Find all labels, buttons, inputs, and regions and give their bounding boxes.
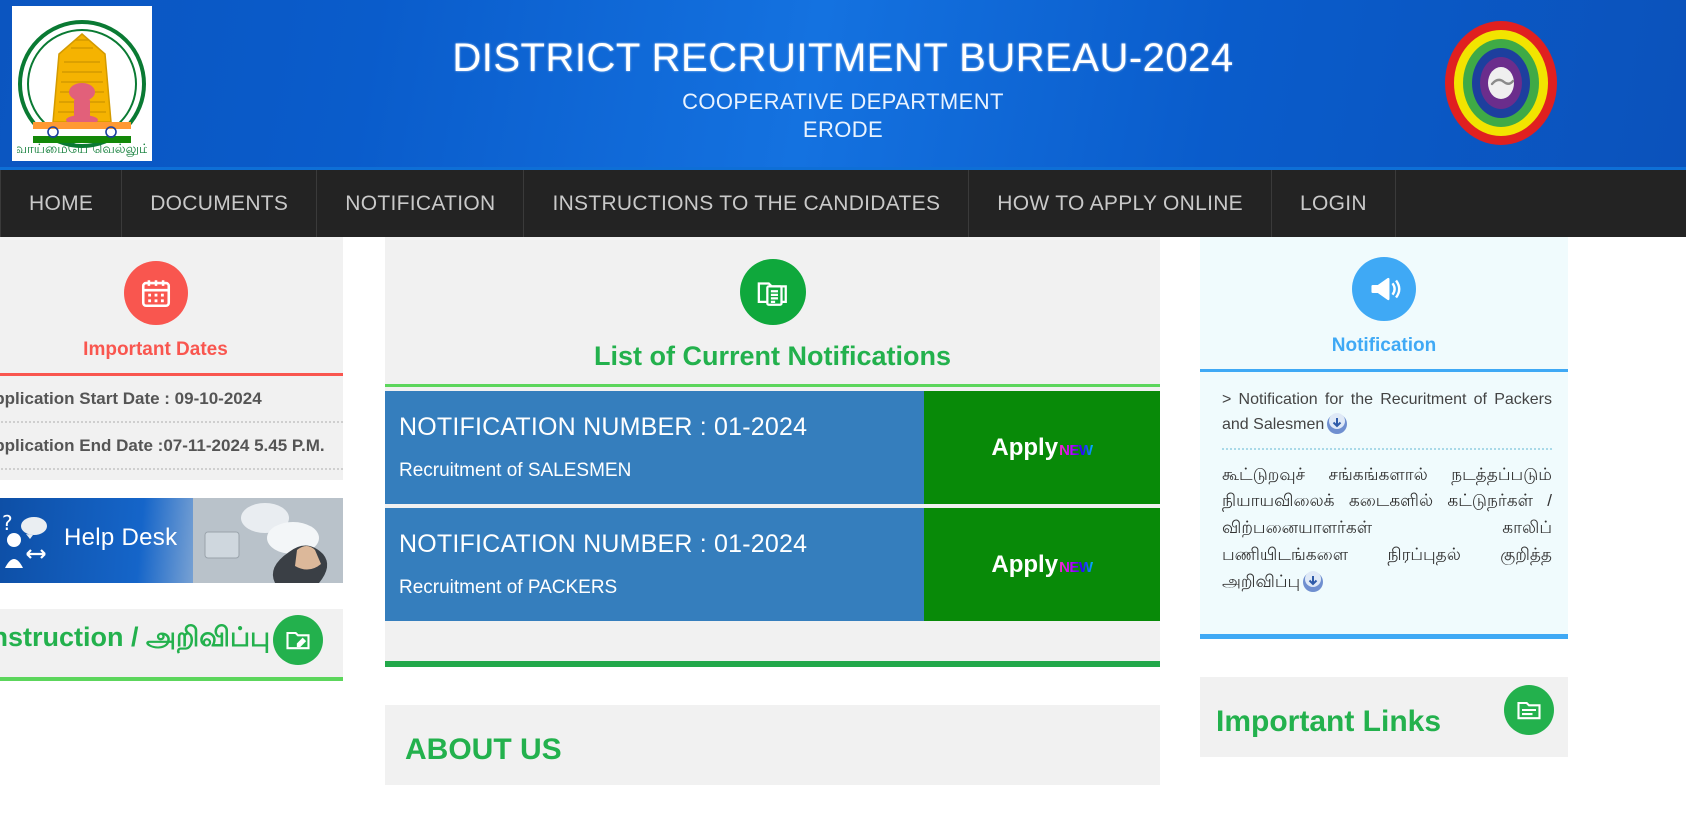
help-person-icon: ?	[2, 512, 47, 568]
download-icon[interactable]	[1302, 571, 1324, 593]
notification-item-english-text: > Notification for the Recuritment of Pa…	[1222, 391, 1552, 433]
svg-text:வாய்மையே வெல்லும்: வாய்மையே வெல்லும்	[17, 142, 147, 157]
divider	[0, 676, 343, 681]
tamil-nadu-state-emblem: வாய்மையே வெல்லும்	[12, 6, 152, 161]
right-column: Notification > Notification for the Recu…	[1200, 237, 1686, 757]
divider	[1222, 447, 1552, 450]
header-title-block: DISTRICT RECRUITMENT BUREAU-2024 COOPERA…	[0, 36, 1686, 143]
about-us-title: ABOUT US	[405, 733, 562, 766]
divider	[385, 661, 1160, 667]
notification-info: NOTIFICATION NUMBER : 01-2024 Recruitmen…	[385, 391, 924, 504]
nav-item-instructions[interactable]: INSTRUCTIONS TO THE CANDIDATES	[524, 170, 970, 237]
notification-number: NOTIFICATION NUMBER : 01-2024	[399, 413, 808, 441]
center-column: List of Current Notifications NOTIFICATI…	[385, 237, 1160, 785]
nav-item-how-to-apply[interactable]: HOW TO APPLY ONLINE	[969, 170, 1272, 237]
nav-item-home[interactable]: HOME	[0, 170, 123, 237]
current-notifications-card: List of Current Notifications NOTIFICATI…	[385, 237, 1160, 667]
application-end-date: Application End Date :07-11-2024 5.45 P.…	[0, 423, 343, 470]
help-desk-banner[interactable]: ? Help Desk	[0, 497, 343, 583]
nav-label: HOW TO APPLY ONLINE	[997, 191, 1243, 215]
application-start-date: Application Start Date : 09-10-2024	[0, 376, 343, 423]
nav-label: NOTIFICATION	[345, 191, 496, 215]
apply-label: Apply	[991, 433, 1059, 461]
notification-item-english[interactable]: > Notification for the Recuritment of Pa…	[1222, 388, 1552, 438]
nav-label: LOGIN	[1300, 191, 1367, 215]
nav-label: INSTRUCTIONS TO THE CANDIDATES	[552, 191, 941, 215]
nav-label: DOCUMENTS	[150, 191, 289, 215]
nav-label: HOME	[29, 191, 94, 215]
notification-card-title: Notification	[1331, 335, 1437, 356]
notification-card: Notification > Notification for the Recu…	[1200, 237, 1568, 639]
new-badge: NEW	[1059, 558, 1093, 576]
svg-text:?: ?	[2, 512, 13, 535]
instruction-card[interactable]: Instruction / அறிவிப்பு	[0, 608, 343, 681]
left-column: Important Dates Application Start Date :…	[0, 237, 343, 681]
hand-touch-image	[193, 497, 343, 583]
notification-item-tamil-text: கூட்டுறவுச் சங்கங்களால் நடத்தப்படும் நிய…	[1222, 464, 1552, 592]
documents-folder-icon	[739, 259, 806, 325]
download-icon[interactable]	[1326, 412, 1348, 435]
current-notifications-title: List of Current Notifications	[594, 341, 951, 371]
important-dates-title: Important Dates	[83, 339, 228, 360]
nav-item-documents[interactable]: DOCUMENTS	[122, 170, 318, 237]
notification-description: Recruitment of PACKERS	[399, 577, 618, 598]
megaphone-icon	[1352, 257, 1416, 321]
notification-info: NOTIFICATION NUMBER : 01-2024 Recruitmen…	[385, 508, 924, 621]
notification-number: NOTIFICATION NUMBER : 01-2024	[399, 530, 808, 558]
nav-item-notification[interactable]: NOTIFICATION	[317, 170, 525, 237]
page-body: Important Dates Application Start Date :…	[0, 237, 1686, 814]
notification-description: Recruitment of SALESMEN	[399, 460, 632, 481]
nav-item-login[interactable]: LOGIN	[1272, 170, 1396, 237]
notification-row[interactable]: NOTIFICATION NUMBER : 01-2024 Recruitmen…	[385, 391, 1160, 504]
notification-list: NOTIFICATION NUMBER : 01-2024 Recruitmen…	[385, 387, 1160, 661]
cooperative-rainbow-logo	[1436, 18, 1566, 148]
divider	[1200, 634, 1568, 639]
important-links-card: Important Links	[1200, 677, 1568, 757]
main-navigation: HOME DOCUMENTS NOTIFICATION INSTRUCTIONS…	[0, 167, 1686, 237]
important-dates-card: Important Dates Application Start Date :…	[0, 237, 343, 480]
new-badge: NEW	[1059, 441, 1093, 459]
header-subtitle-district: ERODE	[802, 116, 884, 142]
notification-card-body: > Notification for the Recuritment of Pa…	[1200, 372, 1568, 634]
site-header: வாய்மையே வெல்லும் DISTRICT RECRUITMENT B…	[0, 0, 1686, 167]
notification-row[interactable]: NOTIFICATION NUMBER : 01-2024 Recruitmen…	[385, 508, 1160, 621]
notification-item-tamil[interactable]: கூட்டுறவுச் சங்கங்களால் நடத்தப்படும் நிய…	[1222, 462, 1552, 596]
help-desk-label: Help Desk	[64, 523, 178, 551]
nav-filler	[1395, 170, 1686, 237]
about-us-card: ABOUT US	[385, 705, 1160, 785]
header-subtitle-department: COOPERATIVE DEPARTMENT	[682, 88, 1004, 114]
apply-button[interactable]: Apply NEW	[924, 391, 1160, 504]
apply-label: Apply	[991, 550, 1059, 578]
folder-icon	[1504, 685, 1554, 735]
document-edit-icon	[273, 614, 323, 665]
page-title: DISTRICT RECRUITMENT BUREAU-2024	[452, 36, 1234, 80]
apply-button[interactable]: Apply NEW	[924, 508, 1160, 621]
calendar-icon	[123, 261, 188, 325]
notification-list-footer	[385, 625, 1160, 661]
